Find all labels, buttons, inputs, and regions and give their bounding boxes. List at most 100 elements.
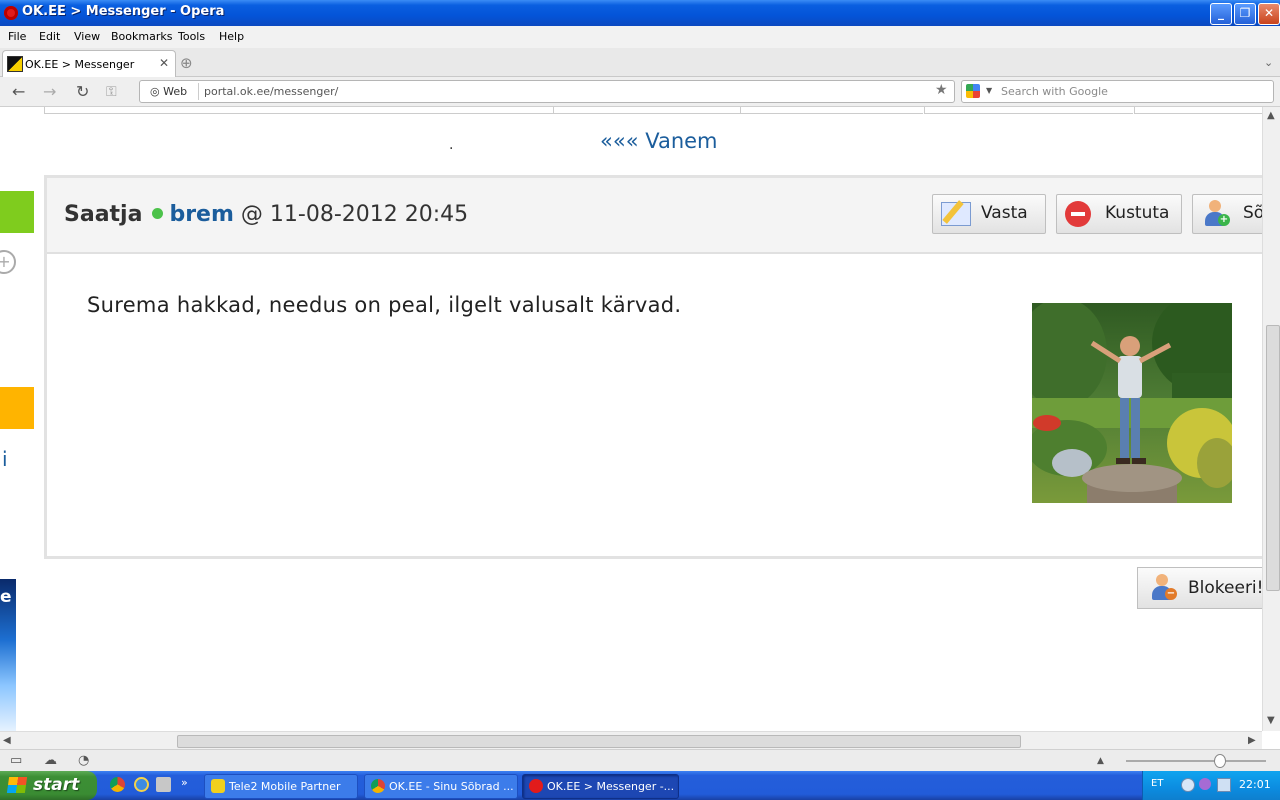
window-title: OK.EE > Messenger - Opera	[22, 4, 225, 19]
add-friend-label: Sõ	[1243, 203, 1262, 223]
add-circle-icon[interactable]: +	[0, 250, 16, 274]
message-card: Saatja brem @ 11-08-2012 20:45 Vasta Kust…	[44, 175, 1262, 559]
bookmark-star-icon[interactable]: ★	[935, 82, 948, 98]
windows-logo-icon	[6, 777, 28, 793]
scroll-up-arrow-icon[interactable]: ▲	[1267, 110, 1275, 121]
back-arrow-icon[interactable]: ←	[12, 82, 25, 101]
menu-bookmarks[interactable]: Bookmarks	[111, 30, 172, 43]
previous-row-edge	[924, 107, 1133, 114]
taskbar-item-tele2[interactable]: Tele2 Mobile Partner	[204, 774, 358, 799]
banner-letter: e	[0, 587, 12, 607]
status-bar: ▭ ☁ ◔ ▲	[0, 749, 1280, 772]
reply-button[interactable]: Vasta	[932, 194, 1046, 234]
tray-app-icon[interactable]	[1199, 778, 1211, 790]
tray-back-icon[interactable]	[1181, 778, 1195, 792]
taskbar-item-label: OK.EE > Messenger -...	[547, 780, 675, 793]
start-label: start	[33, 775, 80, 795]
older-messages-link[interactable]: ««« Vanem	[600, 129, 718, 153]
title-bar: OK.EE > Messenger - Opera _ ❐ ✕	[0, 0, 1280, 26]
reply-label: Vasta	[981, 203, 1028, 223]
language-indicator[interactable]: ET	[1151, 778, 1163, 789]
clock[interactable]: 22:01	[1239, 778, 1271, 791]
tab-menu-chevron-icon[interactable]: ⌄	[1264, 56, 1273, 69]
url-text[interactable]: portal.ok.ee/messenger/	[204, 85, 338, 98]
block-user-icon: −	[1150, 574, 1177, 600]
turbo-cloud-icon[interactable]: ☁	[44, 753, 57, 768]
scroll-right-arrow-icon[interactable]: ▶	[1248, 735, 1256, 746]
start-button[interactable]: start	[0, 771, 97, 800]
menu-help[interactable]: Help	[219, 30, 244, 43]
scroll-left-arrow-icon[interactable]: ◀	[3, 735, 11, 746]
chrome-icon	[371, 779, 385, 793]
system-tray: ET 22:01	[1142, 771, 1280, 800]
tab-bar: OK.EE > Messenger ✕ ⊕ ⌄	[0, 48, 1280, 77]
sender-username[interactable]: brem	[169, 202, 233, 227]
speed-dial-icon[interactable]: ◔	[78, 753, 89, 768]
message-datetime: @ 11-08-2012 20:45	[240, 202, 469, 227]
block-label: Blokeeri!	[1188, 578, 1262, 598]
message-body: Surema hakkad, needus on peal, ilgelt va…	[87, 293, 682, 317]
forward-arrow-icon[interactable]: →	[43, 82, 56, 101]
okee-favicon-icon	[7, 56, 23, 72]
tab-messenger[interactable]: OK.EE > Messenger ✕	[2, 50, 176, 77]
taskbar-item-okee-friends[interactable]: OK.EE - Sinu Sõbrad ...	[364, 774, 518, 799]
minimize-button[interactable]: _	[1210, 3, 1232, 25]
new-tab-icon[interactable]: ⊕	[180, 54, 193, 72]
address-field[interactable]: ◎ Web portal.ok.ee/messenger/ ★	[139, 80, 955, 103]
sender-photo-image	[1032, 303, 1232, 503]
ie-quicklaunch-icon[interactable]	[134, 777, 149, 792]
block-button[interactable]: − Blokeeri!	[1137, 567, 1262, 609]
menu-tools[interactable]: Tools	[178, 30, 205, 43]
horizontal-scrollbar[interactable]: ◀ ▶	[0, 731, 1262, 750]
side-link-fragment[interactable]: i	[2, 447, 8, 471]
network-quicklaunch-icon[interactable]	[156, 777, 171, 792]
message-header: Saatja brem @ 11-08-2012 20:45 Vasta Kust…	[47, 178, 1262, 254]
green-side-block[interactable]	[0, 191, 34, 233]
previous-row-edge	[553, 107, 740, 114]
address-divider	[198, 83, 199, 100]
status-up-arrow-icon[interactable]: ▲	[1097, 756, 1104, 766]
previous-row-edge	[1134, 107, 1262, 114]
add-friend-button[interactable]: + Sõ	[1192, 194, 1262, 234]
zoom-slider[interactable]	[1126, 760, 1266, 762]
side-banner[interactable]: e	[0, 579, 16, 731]
menu-edit[interactable]: Edit	[39, 30, 60, 43]
google-icon[interactable]	[966, 84, 980, 98]
menu-view[interactable]: View	[74, 30, 100, 43]
message-meta: Saatja brem @ 11-08-2012 20:45	[64, 202, 468, 227]
search-engine-dropdown-icon[interactable]: ▼	[986, 86, 992, 95]
key-icon[interactable]: ⚿	[106, 84, 117, 100]
opera-icon	[4, 6, 18, 20]
vertical-scrollbar[interactable]: ▲ ▼	[1262, 107, 1280, 731]
close-button[interactable]: ✕	[1258, 3, 1280, 25]
menu-file[interactable]: File	[8, 30, 26, 43]
opera-icon	[529, 779, 543, 793]
web-badge: ◎ Web	[150, 85, 188, 98]
search-field[interactable]: ▼ Search with Google	[961, 80, 1274, 103]
delete-button[interactable]: Kustuta	[1056, 194, 1182, 234]
taskbar-item-label: OK.EE - Sinu Sõbrad ...	[389, 780, 514, 793]
sender-label: Saatja	[64, 202, 143, 227]
add-user-icon: +	[1203, 200, 1230, 226]
panel-toggle-icon[interactable]: ▭	[10, 753, 22, 768]
tab-label: OK.EE > Messenger	[25, 58, 135, 71]
maximize-button[interactable]: ❐	[1234, 3, 1256, 25]
zoom-slider-thumb[interactable]	[1214, 754, 1226, 768]
page-viewport: + i e . ««« Vanem Saatja brem @ 11-08-201…	[0, 107, 1262, 731]
vertical-scroll-thumb[interactable]	[1266, 325, 1280, 591]
tray-network-icon[interactable]	[1217, 778, 1231, 792]
reload-icon[interactable]: ↻	[76, 82, 89, 101]
menu-bar: File Edit View Bookmarks Tools Help	[0, 26, 1280, 48]
tab-close-icon[interactable]: ✕	[159, 56, 169, 70]
chrome-quicklaunch-icon[interactable]	[110, 777, 125, 792]
sender-photo[interactable]	[1032, 303, 1232, 503]
taskbar-item-label: Tele2 Mobile Partner	[229, 780, 341, 793]
taskbar-item-opera-messenger[interactable]: OK.EE > Messenger -...	[522, 774, 679, 799]
orange-side-block[interactable]	[0, 387, 34, 429]
horizontal-scroll-thumb[interactable]	[177, 735, 1021, 748]
search-placeholder[interactable]: Search with Google	[1001, 85, 1108, 98]
minus-circle-icon	[1065, 201, 1091, 227]
previous-row-edge	[740, 107, 923, 114]
quicklaunch-more-icon[interactable]: »	[181, 776, 188, 789]
scroll-down-arrow-icon[interactable]: ▼	[1267, 715, 1275, 726]
